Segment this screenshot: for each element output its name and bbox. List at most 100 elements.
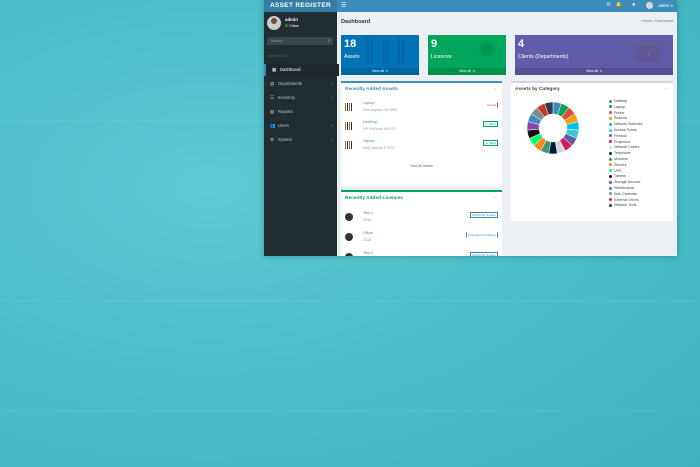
item-name[interactable]: Office xyxy=(363,231,373,235)
avatar[interactable] xyxy=(646,2,653,9)
sidebar-item-users[interactable]: 👥 Users ‹ xyxy=(264,120,337,132)
star-icon[interactable]: ★ xyxy=(632,2,636,8)
legend-item[interactable]: Network Switches xyxy=(609,122,643,126)
recent-licences-title: Recently Added Licences xyxy=(345,196,403,201)
refresh-icon[interactable]: ⟳ xyxy=(607,2,611,8)
info-box-number: 18 xyxy=(344,38,357,50)
item-name[interactable]: Test 1 xyxy=(363,211,373,215)
assets-by-category-title: Assets by Category xyxy=(515,87,560,92)
legend-item[interactable]: UPS xyxy=(609,169,621,173)
legend-label: Telephone xyxy=(614,151,631,156)
item-name[interactable]: Test 2 xyxy=(363,251,373,255)
item-name[interactable]: Laptop xyxy=(363,101,375,105)
legend-label: External Drives xyxy=(614,197,639,202)
status-badge: Issued xyxy=(487,102,498,108)
info-box-more-link[interactable]: View all ➜ xyxy=(515,68,673,75)
legend-item[interactable]: Storage Devices xyxy=(609,180,640,184)
legend-swatch xyxy=(609,134,612,138)
legend-item[interactable]: Tablets xyxy=(609,174,625,178)
legend-item[interactable]: Whiteboards xyxy=(609,186,634,190)
legend-swatch xyxy=(609,140,612,144)
sidebar-item-reports[interactable]: ▥ Reports xyxy=(264,106,337,118)
recent-assets-box: Recently Added Assets − Laptop Dell Inspi… xyxy=(341,81,502,186)
list-item[interactable]: Test 1 2016 Operating System xyxy=(345,210,498,228)
users-icon: 👥 xyxy=(270,123,276,128)
status-text: Online xyxy=(289,24,300,28)
chevron-left-icon: ‹ xyxy=(331,81,334,86)
sidebar-item-departments[interactable]: ▤ Departments ‹ xyxy=(264,78,337,90)
search-icon[interactable]: ⌕ xyxy=(327,38,330,43)
collapse-icon[interactable]: − xyxy=(665,86,668,91)
search-input[interactable]: Search... ⌕ xyxy=(267,37,333,45)
legend-label: Network Cables xyxy=(614,145,640,150)
top-navbar: ☰ ⟳ 🔔 ★ admin ▾ xyxy=(337,0,677,12)
legend-label: Firewall xyxy=(614,133,627,138)
search-placeholder: Search... xyxy=(271,39,286,43)
sidebar-item-system[interactable]: ⚙ System ‹ xyxy=(264,134,337,146)
legend-item[interactable]: Printer xyxy=(609,111,625,115)
collapse-icon[interactable]: − xyxy=(494,86,497,91)
list-item[interactable]: Desktop HP ProDesk 400 G3 In Store xyxy=(345,119,498,137)
legend-swatch xyxy=(609,128,612,132)
page-title: Dashboard xyxy=(341,19,371,25)
legend-label: Network Switches xyxy=(614,122,643,127)
breadcrumb[interactable]: ⌂ Home › Dashboard xyxy=(639,19,673,23)
category-donut-chart xyxy=(526,101,580,155)
sidebar-item-dashboard[interactable]: ▦ Dashboard xyxy=(264,64,339,76)
gear-icon: ⚙ xyxy=(270,137,275,142)
legend-item[interactable]: Scanner xyxy=(609,116,627,120)
legend-label: Monitors xyxy=(614,157,628,161)
list-item[interactable]: Test 2R2Operating System xyxy=(345,250,498,256)
nav-header: NAVIGATION xyxy=(268,54,289,58)
list-item[interactable]: Office 2016 Productivity Software xyxy=(345,230,498,248)
legend-item[interactable]: Servers xyxy=(609,163,626,167)
app-logo[interactable]: ASSET REGISTER xyxy=(264,0,337,12)
legend-item[interactable]: Projectors xyxy=(609,140,630,144)
bell-icon[interactable]: 🔔 xyxy=(616,2,622,8)
item-name[interactable]: Desktop xyxy=(363,120,377,124)
status-badge: Operating System xyxy=(469,212,498,218)
collapse-icon[interactable]: − xyxy=(494,195,497,200)
legend-item[interactable]: Desktop xyxy=(609,99,627,103)
list-item[interactable]: Laptop Dell Inspiron 15 3000 Issued xyxy=(345,100,498,118)
list-item[interactable]: Laptop Dell Latitude E7470 In Store xyxy=(345,138,498,156)
dashboard-icon: ▦ xyxy=(272,67,277,72)
user-menu[interactable]: admin ▾ xyxy=(658,3,673,8)
item-name[interactable]: Laptop xyxy=(363,139,375,143)
sidebar-item-inventory[interactable]: ☰ Inventory ‹ xyxy=(264,92,337,104)
info-box-more-link[interactable]: View all ➜ xyxy=(428,68,506,75)
legend-label: Whiteboards xyxy=(614,186,635,190)
legend-item[interactable]: Access Points xyxy=(609,128,637,132)
legend-item[interactable]: Monitors xyxy=(609,157,628,161)
legend-item[interactable]: External Drives xyxy=(609,198,638,202)
legend-swatch xyxy=(609,192,612,196)
app-window: ASSET REGISTER ☰ ⟳ 🔔 ★ admin ▾ admin Onl… xyxy=(264,0,677,256)
building-icon: ▤ xyxy=(270,81,275,86)
legend-swatch xyxy=(609,203,612,207)
legend-swatch xyxy=(609,169,612,173)
legend-label: Servers xyxy=(614,162,627,167)
sidebar-item-label: Dashboard xyxy=(280,67,301,72)
info-box-more-link[interactable]: View all ➜ xyxy=(341,68,419,75)
legend-swatch xyxy=(609,198,612,202)
legend-label: Printer xyxy=(614,110,625,115)
legend-item[interactable]: Network Cables xyxy=(609,145,639,149)
legend-item[interactable]: Laptop xyxy=(609,105,625,109)
legend-swatch xyxy=(609,174,612,178)
legend-item[interactable]: Web Cameras xyxy=(609,192,637,196)
legend-item[interactable]: Firewall xyxy=(609,134,626,138)
sidebar-item-label: Users xyxy=(278,123,289,128)
legend-label: Network Tools xyxy=(614,203,637,208)
hamburger-menu-icon[interactable]: ☰ xyxy=(341,2,346,9)
assets-by-category-box: Assets by Category − Desktop Laptop Printe… xyxy=(511,81,673,221)
chevron-left-icon: ‹ xyxy=(331,95,334,100)
chevron-left-icon: ‹ xyxy=(331,123,334,128)
view-all-assets-link[interactable]: View All Assets xyxy=(341,164,502,168)
barcode-icon xyxy=(345,122,353,130)
barcode-icon: ║║║ xyxy=(362,37,409,62)
disc-icon xyxy=(345,253,353,256)
legend-item[interactable]: Network Tools xyxy=(609,203,637,207)
legend-swatch xyxy=(609,163,612,167)
legend-item[interactable]: Telephone xyxy=(609,151,631,155)
info-box-assets: ║║║ 18 Assets View all ➜ xyxy=(341,35,419,75)
